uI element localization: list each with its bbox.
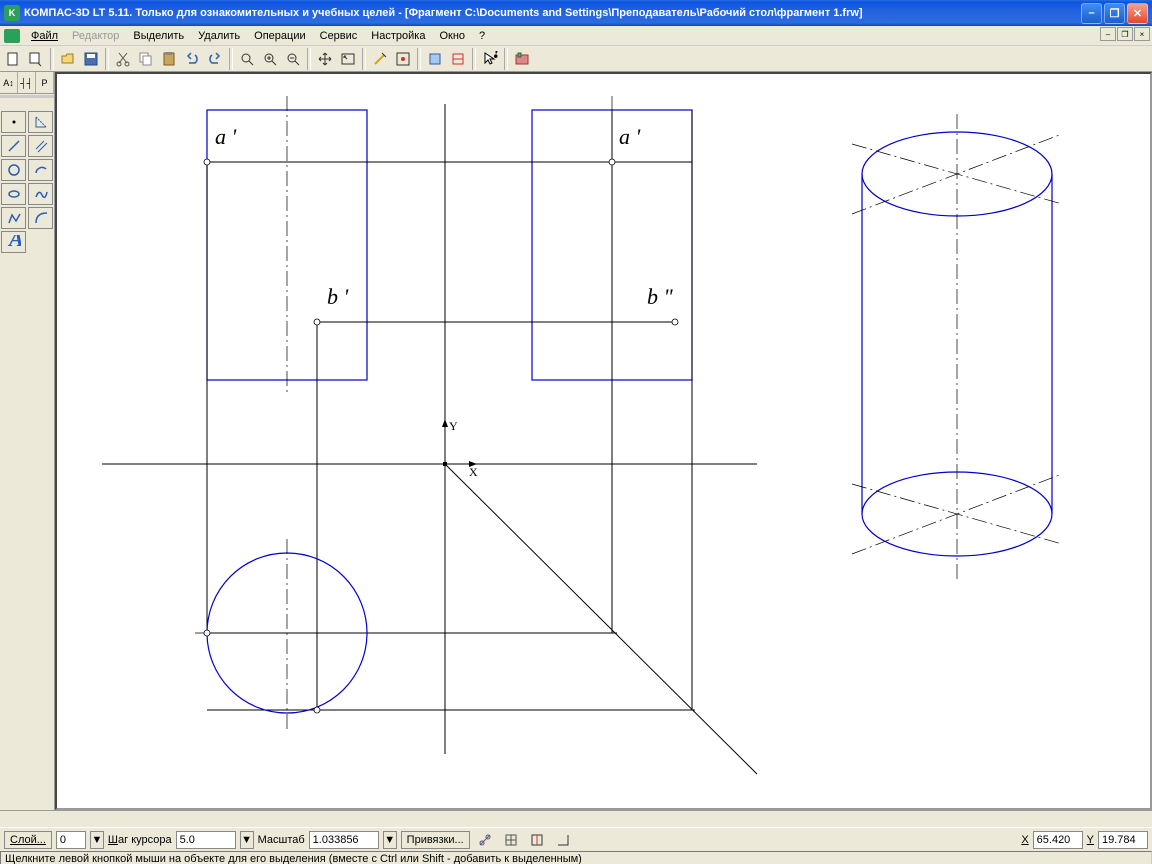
layer-value[interactable]: 0: [56, 831, 86, 849]
step-label: Шаг курсора: [108, 834, 172, 846]
line-tool[interactable]: [1, 135, 26, 157]
hint-bar: Щелкните левой кнопкой мыши на объекте д…: [0, 851, 1152, 864]
menu-delete[interactable]: Удалить: [191, 28, 247, 44]
circle-tool[interactable]: [1, 159, 26, 181]
new-button[interactable]: [2, 48, 24, 70]
layer-button[interactable]: Слой...: [4, 831, 52, 849]
menu-help[interactable]: ?: [472, 28, 492, 44]
menubar: Файл Редактор Выделить Удалить Операции …: [0, 26, 1152, 46]
menu-highlight[interactable]: Выделить: [126, 28, 191, 44]
pan-button[interactable]: [314, 48, 336, 70]
snap-button[interactable]: Привязки...: [401, 831, 470, 849]
tool-palette: A: [0, 95, 54, 254]
label-a2: a ': [619, 124, 641, 149]
mdi-close[interactable]: ×: [1134, 27, 1150, 41]
sb-icon4[interactable]: [552, 829, 574, 851]
svg-text:Y: Y: [449, 419, 458, 433]
help-cursor-button[interactable]: ?: [479, 48, 501, 70]
svg-text:A: A: [7, 235, 21, 249]
paste-button[interactable]: [158, 48, 180, 70]
y-value[interactable]: 19.784: [1098, 831, 1148, 849]
left-tab-1[interactable]: A↕: [0, 72, 18, 93]
drawing-canvas[interactable]: Y X a ' a ' b ' b ": [55, 72, 1152, 810]
polyline-tool[interactable]: [1, 207, 26, 229]
label-b2: b ": [647, 284, 674, 309]
scale-label: Масштаб: [258, 834, 305, 846]
sb-icon3[interactable]: [526, 829, 548, 851]
left-panel: A↕ ┤┤ P: [0, 72, 55, 810]
doc-icon: [4, 29, 20, 43]
svg-text:?: ?: [492, 51, 498, 63]
step-value[interactable]: 5.0: [176, 831, 236, 849]
step-dropdown[interactable]: ▼: [240, 831, 254, 849]
zoom-button[interactable]: [236, 48, 258, 70]
tool-a[interactable]: [369, 48, 391, 70]
spline-tool[interactable]: [28, 183, 53, 205]
h-scrollbar[interactable]: [0, 810, 1152, 827]
open-button[interactable]: [57, 48, 79, 70]
mdi-restore[interactable]: ❐: [1117, 27, 1133, 41]
label-a1: a ': [215, 124, 237, 149]
tool-d[interactable]: [447, 48, 469, 70]
text-tool[interactable]: A: [1, 231, 26, 253]
layer-dropdown[interactable]: ▼: [90, 831, 104, 849]
redo-button[interactable]: [204, 48, 226, 70]
parallel-line-tool[interactable]: [28, 135, 53, 157]
menu-operations[interactable]: Операции: [247, 28, 312, 44]
fit-button[interactable]: [337, 48, 359, 70]
scale-value[interactable]: 1.033856: [309, 831, 379, 849]
window-title: КОМПАС-3D LT 5.11. Только для ознакомите…: [24, 7, 1081, 19]
sb-icon2[interactable]: [500, 829, 522, 851]
zoom-out-button[interactable]: [282, 48, 304, 70]
y-label: Y: [1087, 834, 1094, 846]
cut-button[interactable]: [112, 48, 134, 70]
aux-line-tool[interactable]: [28, 111, 53, 133]
maximize-button[interactable]: ❐: [1104, 3, 1125, 24]
point-tool[interactable]: [1, 111, 26, 133]
menu-service[interactable]: Сервис: [313, 28, 365, 44]
menu-setup[interactable]: Настройка: [364, 28, 432, 44]
menu-editor[interactable]: Редактор: [65, 28, 126, 44]
tool-e[interactable]: [511, 48, 533, 70]
new-dropdown[interactable]: [25, 48, 47, 70]
x-value[interactable]: 65.420: [1033, 831, 1083, 849]
label-b1: b ': [327, 284, 349, 309]
tool-b[interactable]: [392, 48, 414, 70]
tool-c[interactable]: [424, 48, 446, 70]
property-bar: Слой... 0 ▼ Шаг курсора 5.0 ▼ Масштаб 1.…: [0, 827, 1152, 851]
left-tab-3[interactable]: P: [36, 72, 54, 93]
main-toolbar: ?: [0, 46, 1152, 72]
x-label: X: [1021, 834, 1028, 846]
app-icon: K: [4, 5, 20, 21]
ellipse-tool[interactable]: [1, 183, 26, 205]
arc-tool[interactable]: [28, 159, 53, 181]
zoom-in-button[interactable]: [259, 48, 281, 70]
mdi-minimize[interactable]: –: [1100, 27, 1116, 41]
copy-button[interactable]: [135, 48, 157, 70]
drawing-svg: Y X a ' a ' b ' b ": [57, 74, 1150, 808]
scale-dropdown[interactable]: ▼: [383, 831, 397, 849]
svg-text:X: X: [469, 465, 478, 479]
menu-file[interactable]: Файл: [24, 28, 65, 44]
bezier-tool[interactable]: [28, 207, 53, 229]
save-button[interactable]: [80, 48, 102, 70]
undo-button[interactable]: [181, 48, 203, 70]
close-button[interactable]: ✕: [1127, 3, 1148, 24]
sb-icon1[interactable]: [474, 829, 496, 851]
minimize-button[interactable]: –: [1081, 3, 1102, 24]
titlebar: K КОМПАС-3D LT 5.11. Только для ознакоми…: [0, 0, 1152, 26]
left-tab-2[interactable]: ┤┤: [18, 72, 36, 93]
menu-window[interactable]: Окно: [432, 28, 472, 44]
